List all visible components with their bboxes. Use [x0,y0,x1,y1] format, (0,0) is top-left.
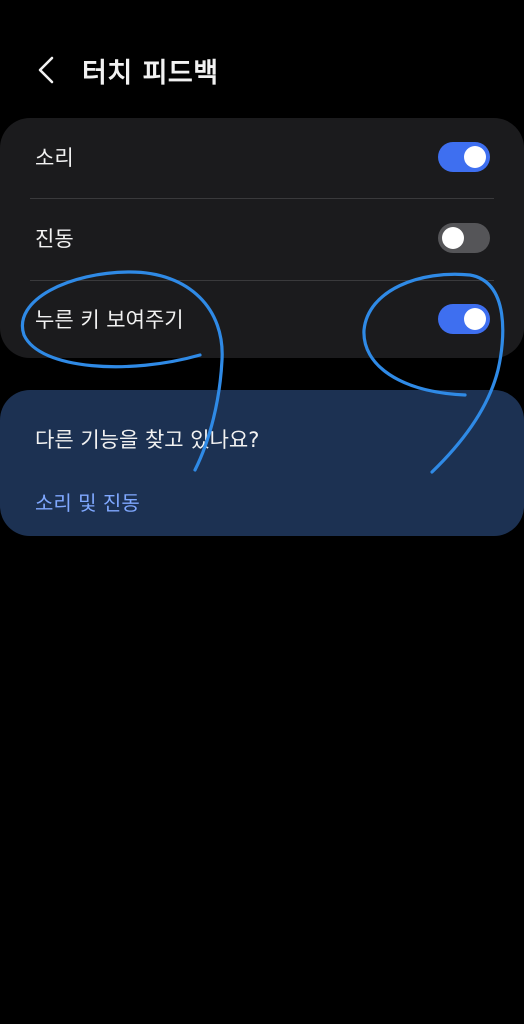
back-button[interactable] [28,50,64,90]
setting-label-show-keys: 누른 키 보여주기 [35,308,184,332]
suggestion-card: 다른 기능을 찾고 있나요? 소리 및 진동 [0,390,524,536]
page-title: 터치 피드백 [82,58,219,89]
toggle-knob [464,146,486,168]
setting-row-sound[interactable]: 소리 [0,118,524,198]
sound-toggle[interactable] [438,142,490,172]
setting-label-sound: 소리 [35,146,74,170]
suggestion-title: 다른 기능을 찾고 있나요? [35,428,260,452]
chevron-left-icon [38,56,54,84]
settings-card: 소리 진동 누른 키 보여주기 [0,118,524,358]
sound-and-vibration-link[interactable]: 소리 및 진동 [35,487,140,516]
setting-row-show-keys[interactable]: 누른 키 보여주기 [0,280,524,360]
toggle-knob [464,308,486,330]
setting-row-vibration[interactable]: 진동 [0,199,524,279]
vibration-toggle[interactable] [438,223,490,253]
app-header: 터치 피드백 [0,40,524,100]
show-keys-toggle[interactable] [438,304,490,334]
setting-label-vibration: 진동 [35,227,74,251]
toggle-knob [442,227,464,249]
